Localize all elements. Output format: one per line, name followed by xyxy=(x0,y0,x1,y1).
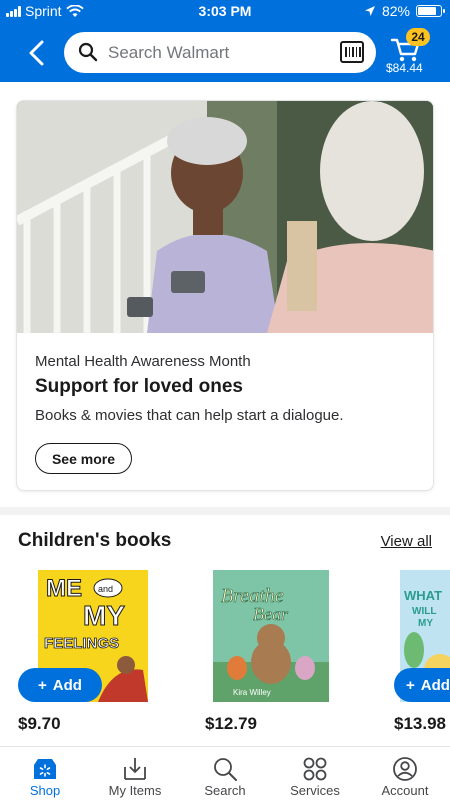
search-bar[interactable]: Search Walmart xyxy=(64,32,376,73)
nav-my-items[interactable]: My Items xyxy=(95,755,175,798)
product-price: $12.79 xyxy=(205,714,257,733)
promo-eyebrow: Mental Health Awareness Month xyxy=(35,353,251,370)
promo-description: Books & movies that can help start a dia… xyxy=(35,407,344,424)
cart-count-badge: 24 xyxy=(406,28,430,46)
nav-search[interactable]: Search xyxy=(185,755,265,798)
svg-text:WHAT: WHAT xyxy=(404,588,442,603)
bottom-navigation: Shop My Items Search Services Account xyxy=(0,746,450,800)
nav-label: Account xyxy=(381,783,429,798)
product-card-1[interactable]: ME and MY FEELINGS + Add $9.70 xyxy=(18,570,168,740)
product-price: $13.98 xyxy=(394,714,446,733)
section-divider xyxy=(0,507,450,515)
product-card-3[interactable]: WHAT WILL MY + Add $13.98 xyxy=(393,570,450,740)
section-title: Children's books xyxy=(18,530,172,551)
account-icon xyxy=(393,757,417,781)
battery-icon xyxy=(416,5,445,17)
shop-icon xyxy=(34,759,56,779)
add-to-cart-button[interactable]: + Add xyxy=(18,668,102,702)
promo-card[interactable]: Mental Health Awareness Month Support fo… xyxy=(16,100,434,491)
search-placeholder: Search Walmart xyxy=(108,43,230,62)
add-button-label: Add xyxy=(420,676,450,694)
cart-button[interactable]: 24 $84.44 xyxy=(384,28,444,78)
location-arrow-icon xyxy=(364,6,375,16)
add-to-cart-button[interactable]: + Add xyxy=(394,668,450,702)
battery-percent: 82% xyxy=(381,3,410,19)
svg-text:MY: MY xyxy=(83,600,125,631)
svg-text:WILL: WILL xyxy=(412,606,436,617)
search-icon xyxy=(78,42,98,62)
my-items-icon xyxy=(124,758,146,780)
promo-photo-illustration xyxy=(17,101,433,333)
plus-icon: + xyxy=(38,676,47,694)
promo-image xyxy=(17,101,433,333)
nav-services[interactable]: Services xyxy=(275,755,355,798)
app-header: Sprint 3:03 PM 82% Search Walmart 24 $84… xyxy=(0,0,450,82)
nav-label: Services xyxy=(290,783,340,798)
svg-text:FEELINGS: FEELINGS xyxy=(44,635,119,652)
nav-label: My Items xyxy=(108,783,162,798)
view-all-link[interactable]: View all xyxy=(381,533,432,550)
svg-text:Bear: Bear xyxy=(253,604,289,624)
product-price: $9.70 xyxy=(18,714,61,733)
nav-shop[interactable]: Shop xyxy=(5,755,85,798)
svg-text:ME: ME xyxy=(46,575,82,602)
svg-text:MY: MY xyxy=(418,618,433,629)
product-card-2[interactable]: Breathe Bear Kira Willey $12.79 xyxy=(205,570,355,740)
product-image[interactable]: Breathe Bear Kira Willey xyxy=(213,570,329,702)
svg-text:and: and xyxy=(98,584,113,594)
status-bar: Sprint 3:03 PM 82% xyxy=(0,0,450,22)
nav-label: Shop xyxy=(29,783,61,798)
book-author: Kira Willey xyxy=(233,688,271,697)
chevron-left-icon xyxy=(29,40,44,66)
book-cover-breathe-like-a-bear: Breathe Bear Kira Willey xyxy=(213,570,329,702)
search-icon xyxy=(214,758,237,781)
cart-total: $84.44 xyxy=(386,61,423,75)
promo-title: Support for loved ones xyxy=(35,376,243,397)
nav-label: Search xyxy=(204,783,246,798)
plus-icon: + xyxy=(406,676,415,694)
services-icon xyxy=(303,757,327,781)
back-button[interactable] xyxy=(22,36,52,70)
barcode-scan-icon[interactable] xyxy=(340,41,364,63)
add-button-label: Add xyxy=(52,676,82,694)
nav-account[interactable]: Account xyxy=(365,755,445,798)
see-more-button[interactable]: See more xyxy=(35,443,132,474)
